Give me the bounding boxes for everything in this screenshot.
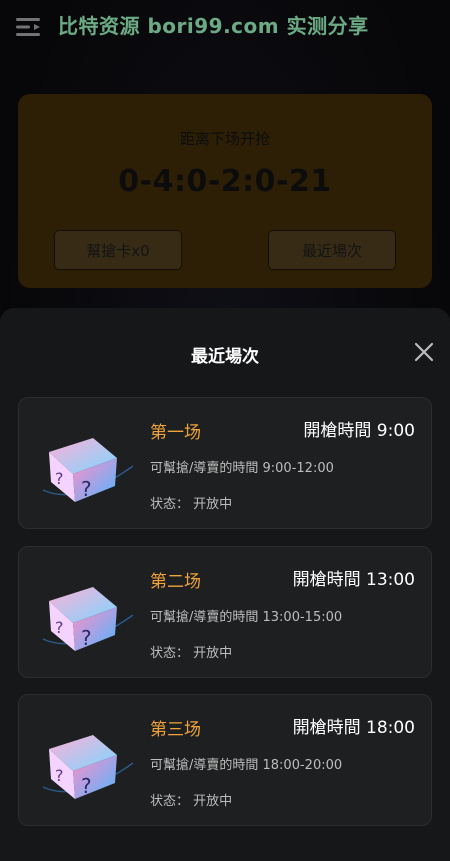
session-card: ? ? 第三场 開槍時間 18:00 可幫搶/導賣的時間 18:00-20:00… [18, 694, 432, 826]
svg-text:?: ? [81, 477, 92, 501]
session-time-range: 可幫搶/導賣的時間 18:00-20:00 [150, 758, 343, 773]
session-card: ? ? 第二场 開槍時間 13:00 可幫搶/導賣的時間 13:00-15:00… [18, 546, 432, 678]
session-time-range: 可幫搶/導賣的時間 13:00-15:00 [150, 610, 343, 625]
svg-text:?: ? [81, 774, 92, 798]
session-time-range: 可幫搶/導賣的時間 9:00-12:00 [150, 461, 334, 476]
recent-sessions-sheet: 最近場次 ? ? 第一场 開槍時間 9:00 可幫搶/導賣的時間 9:00-12… [0, 308, 450, 861]
session-start-time: 開槍時間 13:00 [292, 570, 415, 590]
session-start-time: 開槍時間 18:00 [292, 718, 415, 738]
session-card: ? ? 第一场 開槍時間 9:00 可幫搶/導賣的時間 9:00-12:00 状… [18, 397, 432, 529]
session-name: 第二场 [150, 572, 201, 592]
session-name: 第一场 [150, 423, 201, 443]
svg-text:?: ? [81, 626, 92, 650]
session-status: 状态： 开放中 [150, 497, 233, 512]
session-status: 状态： 开放中 [150, 646, 233, 661]
session-start-time: 開槍時間 9:00 [303, 421, 415, 441]
close-icon[interactable] [412, 340, 436, 364]
mystery-box-icon: ? ? [37, 715, 137, 805]
sheet-title: 最近場次 [191, 347, 259, 367]
svg-text:?: ? [55, 469, 64, 488]
session-status: 状态： 开放中 [150, 794, 233, 809]
svg-text:?: ? [55, 618, 64, 637]
session-name: 第三场 [150, 720, 201, 740]
svg-text:?: ? [55, 766, 64, 785]
mystery-box-icon: ? ? [37, 567, 137, 657]
mystery-box-icon: ? ? [37, 418, 137, 508]
